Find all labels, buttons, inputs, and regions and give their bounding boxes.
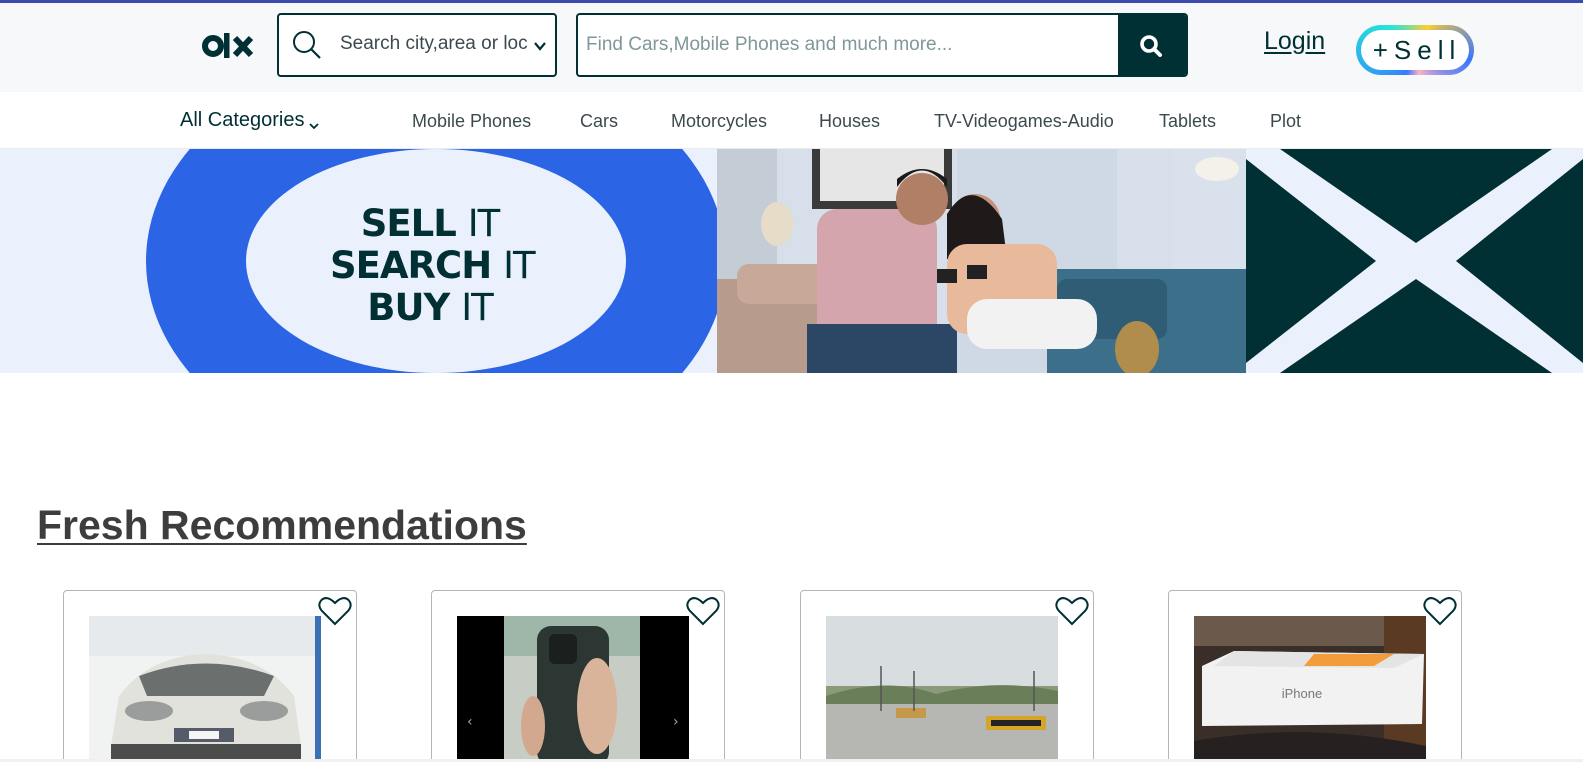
all-categories-dropdown[interactable]: All Categories [180, 109, 320, 132]
category-nav: All Categories Mobile Phones Cars Motorc… [0, 92, 1583, 149]
heart-icon[interactable] [1423, 595, 1457, 627]
search-icon [1140, 35, 1162, 57]
listing-image [89, 616, 321, 762]
category-houses[interactable]: Houses [819, 111, 880, 132]
chevron-down-icon [308, 115, 320, 129]
banner-x-panel [1246, 149, 1583, 373]
category-tv-videogames-audio[interactable]: TV-Videogames-Audio [934, 111, 1114, 132]
sell-button[interactable]: +Sell [1356, 25, 1474, 75]
heart-icon[interactable] [318, 595, 352, 627]
all-categories-label: All Categories [180, 109, 305, 131]
promo-banner[interactable]: SELL IT SEARCH IT BUY IT [0, 149, 1583, 373]
banner-slogan-panel: SELL IT SEARCH IT BUY IT [0, 149, 717, 373]
category-tablets[interactable]: Tablets [1159, 111, 1216, 132]
listing-image [826, 616, 1058, 762]
sell-button-label: +Sell [1361, 30, 1469, 70]
listing-image: ‹ › [457, 616, 689, 762]
main-search: Find Cars,Mobile Phones and much more... [576, 13, 1188, 77]
location-input[interactable]: Search city,area or loc [340, 33, 530, 55]
header: Search city,area or loc Find Cars,Mobile… [0, 3, 1583, 92]
olx-logo[interactable] [202, 31, 254, 61]
fresh-recommendations-heading[interactable]: Fresh Recommendations [37, 502, 527, 549]
category-cars[interactable]: Cars [580, 111, 618, 132]
iphone-box-text: iPhone [1282, 686, 1322, 701]
listing-image: iPhone [1194, 616, 1426, 762]
chevron-down-icon[interactable] [534, 39, 546, 51]
heart-icon[interactable] [686, 595, 720, 627]
search-button[interactable] [1118, 15, 1186, 75]
listing-card[interactable] [800, 590, 1094, 762]
search-icon [291, 29, 323, 61]
listing-card[interactable] [63, 590, 357, 762]
category-motorcycles[interactable]: Motorcycles [671, 111, 767, 132]
category-mobile-phones[interactable]: Mobile Phones [412, 111, 531, 132]
main-search-input[interactable]: Find Cars,Mobile Phones and much more... [586, 34, 1116, 56]
heart-icon[interactable] [1055, 595, 1089, 627]
banner-slogan: SELL IT SEARCH IT BUY IT [330, 202, 536, 329]
listing-card[interactable]: ‹ › [431, 590, 725, 762]
banner-photo [717, 149, 1246, 373]
listing-card[interactable]: iPhone [1168, 590, 1462, 762]
location-search[interactable]: Search city,area or loc [277, 13, 557, 77]
svg-text:›: › [673, 714, 679, 730]
svg-text:‹: ‹ [467, 714, 473, 730]
login-link[interactable]: Login [1264, 27, 1325, 56]
category-plot[interactable]: Plot [1270, 111, 1301, 132]
